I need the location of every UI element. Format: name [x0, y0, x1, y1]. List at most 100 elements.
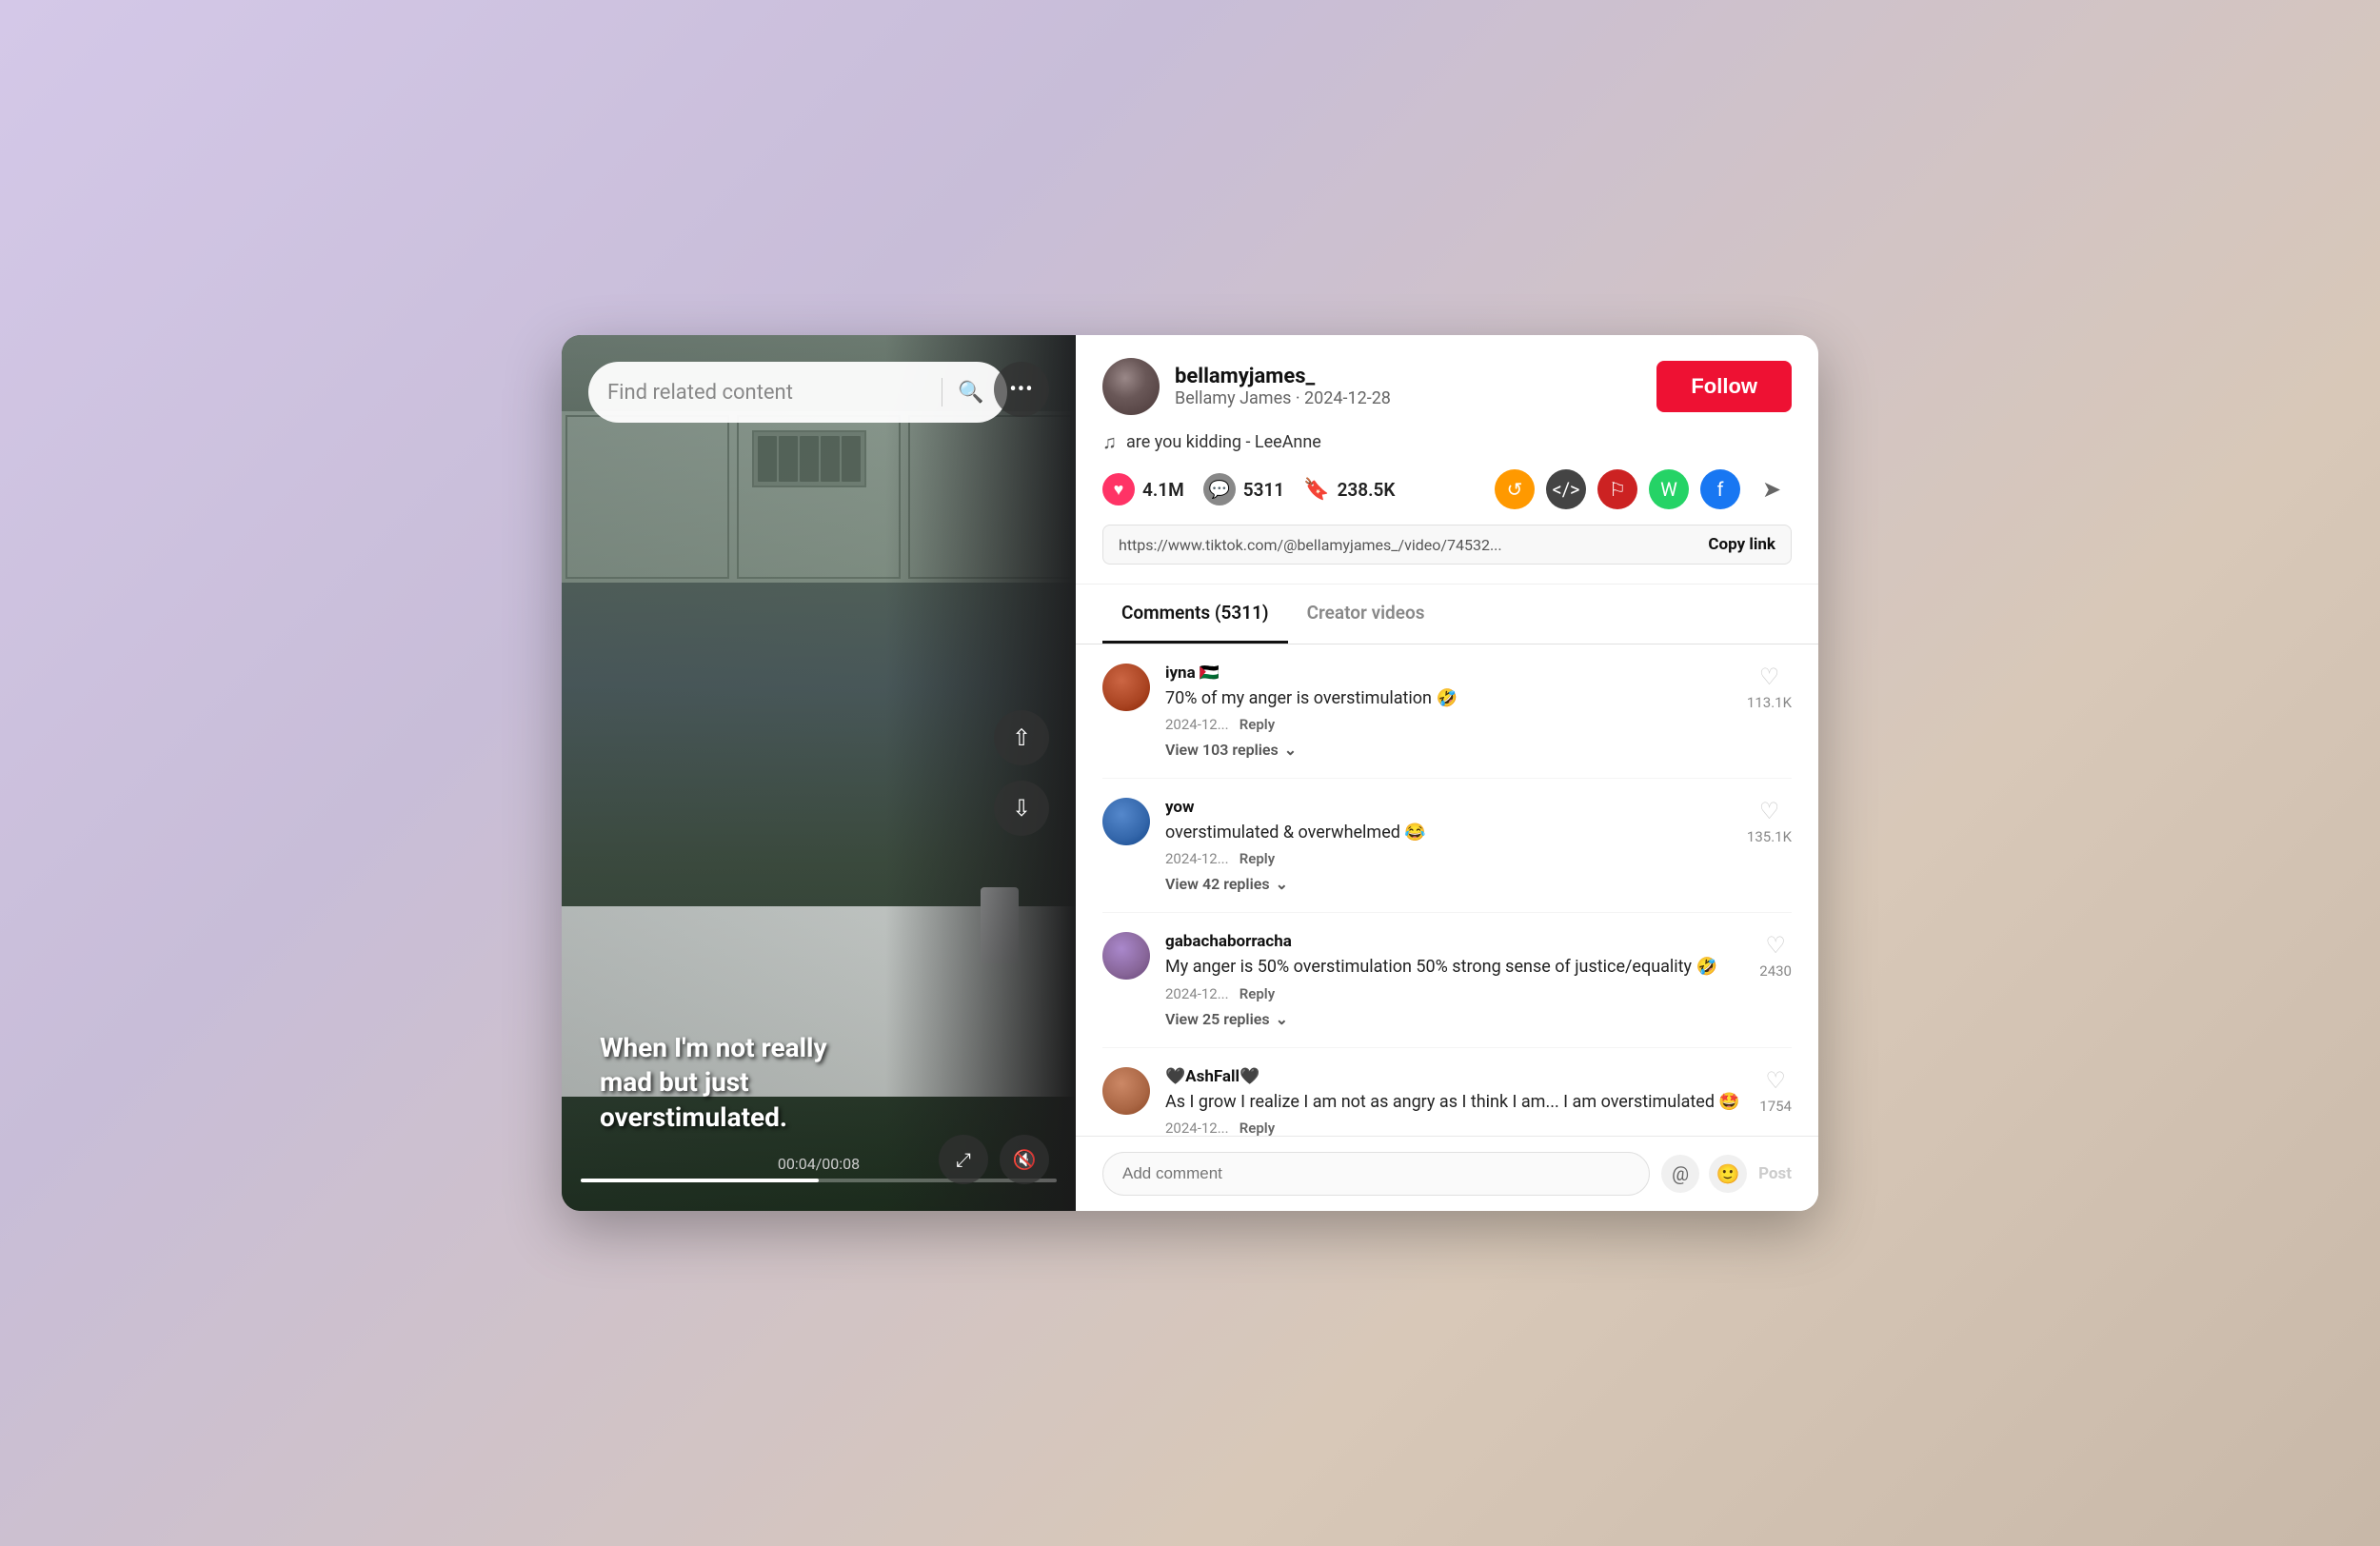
comment-heart-icon-3[interactable]: ♡	[1765, 932, 1786, 959]
reply-link-2[interactable]: Reply	[1240, 850, 1275, 867]
video-header: bellamyjames_ Bellamy James · 2024-12-28…	[1076, 335, 1818, 585]
comment-meta-3: 2024-12... Reply	[1165, 985, 1792, 1002]
post-button[interactable]: Post	[1758, 1164, 1792, 1183]
bookmarks-stat: 🔖 238.5K	[1303, 478, 1395, 502]
comment-meta-2: 2024-12... Reply	[1165, 850, 1792, 867]
comment-like-3: ♡ 2430	[1759, 932, 1792, 980]
comment-avatar-3	[1102, 932, 1150, 980]
tabs: Comments (5311) Creator videos	[1076, 585, 1818, 644]
bookmark-icon[interactable]: 🔖	[1303, 478, 1329, 502]
comment-heart-icon-4[interactable]: ♡	[1765, 1067, 1786, 1094]
comment-date-3: 2024-12...	[1165, 985, 1229, 1002]
comments-section: iyna 🇵🇸 70% of my anger is overstimulati…	[1076, 644, 1818, 1136]
video-caption: When I'm not really mad but just oversti…	[600, 1031, 866, 1135]
comment-like-4: ♡ 1754	[1759, 1067, 1792, 1115]
view-replies-1[interactable]: View 103 replies ⌄	[1165, 741, 1792, 759]
mention-icon[interactable]: @	[1661, 1155, 1699, 1193]
bookmarks-count: 238.5K	[1338, 479, 1396, 501]
reply-link-4[interactable]: Reply	[1240, 1120, 1275, 1136]
comment-text-3: My anger is 50% overstimulation 50% stro…	[1165, 955, 1792, 979]
comment-item: 🖤AshFall🖤 As I grow I realize I am not a…	[1102, 1048, 1792, 1136]
comment-item: iyna 🇵🇸 70% of my anger is overstimulati…	[1102, 644, 1792, 779]
comment-likes-count-4: 1754	[1759, 1098, 1792, 1115]
avatar	[1102, 358, 1160, 415]
comment-text-1: 70% of my anger is overstimulation 🤣	[1165, 686, 1792, 710]
comment-meta-4: 2024-12... Reply	[1165, 1120, 1792, 1136]
share-whatsapp-icon[interactable]: W	[1649, 469, 1689, 509]
reply-link-1[interactable]: Reply	[1240, 716, 1275, 733]
mute-button[interactable]: 🔇	[1000, 1135, 1049, 1184]
comment-body-1: iyna 🇵🇸 70% of my anger is overstimulati…	[1165, 664, 1792, 759]
tab-creator-videos[interactable]: Creator videos	[1288, 585, 1444, 644]
prev-video-button[interactable]: ⇧	[994, 710, 1049, 765]
heart-icon[interactable]: ♥	[1102, 473, 1135, 505]
likes-stat: ♥ 4.1M	[1102, 473, 1184, 505]
add-comment-bar: @ 🙂 Post	[1076, 1136, 1818, 1211]
video-panel: Find related content 🔍 ••• ⇧ ⇩ When I'm …	[562, 335, 1076, 1211]
share-forward-icon[interactable]: ➤	[1752, 469, 1792, 509]
video-controls: ⤢ 🔇	[939, 1135, 1049, 1184]
comment-text-2: overstimulated & overwhelmed 😂	[1165, 821, 1792, 844]
comment-like-1: ♡ 113.1K	[1747, 664, 1792, 711]
copy-link-button[interactable]: Copy link	[1708, 535, 1775, 554]
search-placeholder: Find related content	[607, 381, 930, 405]
music-row: ♫ are you kidding - LeeAnne	[1102, 430, 1792, 454]
username: bellamyjames_	[1175, 365, 1641, 388]
user-row: bellamyjames_ Bellamy James · 2024-12-28…	[1102, 358, 1792, 415]
comment-heart-icon-1[interactable]: ♡	[1759, 664, 1780, 690]
comments-stat: 💬 5311	[1203, 473, 1284, 505]
comment-likes-count-2: 135.1K	[1747, 828, 1792, 845]
comment-meta-1: 2024-12... Reply	[1165, 716, 1792, 733]
avatar-image	[1102, 358, 1160, 415]
search-bar[interactable]: Find related content 🔍	[588, 362, 1007, 423]
follow-button[interactable]: Follow	[1656, 361, 1792, 412]
reply-link-3[interactable]: Reply	[1240, 985, 1275, 1002]
comment-item: gabachaborracha My anger is 50% overstim…	[1102, 913, 1792, 1047]
search-icon[interactable]: 🔍	[954, 375, 988, 409]
progress-bar-fill	[581, 1179, 819, 1182]
add-comment-input[interactable]	[1102, 1152, 1650, 1196]
link-row: https://www.tiktok.com/@bellamyjames_/vi…	[1102, 525, 1792, 565]
comment-heart-icon-2[interactable]: ♡	[1759, 798, 1780, 824]
comment-date-4: 2024-12...	[1165, 1120, 1229, 1136]
view-replies-2[interactable]: View 42 replies ⌄	[1165, 875, 1792, 893]
comment-text-4: As I grow I realize I am not as angry as…	[1165, 1090, 1792, 1114]
comment-likes-count-1: 113.1K	[1747, 694, 1792, 711]
comment-body-4: 🖤AshFall🖤 As I grow I realize I am not a…	[1165, 1067, 1792, 1136]
user-info: bellamyjames_ Bellamy James · 2024-12-28	[1175, 365, 1641, 408]
info-panel: bellamyjames_ Bellamy James · 2024-12-28…	[1076, 335, 1818, 1211]
comment-body-3: gabachaborracha My anger is 50% overstim…	[1165, 932, 1792, 1027]
share-repost-icon[interactable]: ↺	[1495, 469, 1535, 509]
music-name: are you kidding - LeeAnne	[1126, 432, 1321, 452]
comment-likes-count-3: 2430	[1759, 962, 1792, 980]
share-facebook-icon[interactable]: f	[1700, 469, 1740, 509]
comments-count: 5311	[1243, 479, 1284, 501]
comment-body-2: yow overstimulated & overwhelmed 😂 2024-…	[1165, 798, 1792, 893]
add-comment-icons: @ 🙂	[1661, 1155, 1747, 1193]
nav-arrows: ⇧ ⇩	[994, 710, 1049, 836]
caption-text: When I'm not really mad but just oversti…	[600, 1031, 866, 1135]
comment-username-4: 🖤AshFall🖤	[1165, 1067, 1792, 1086]
comment-like-2: ♡ 135.1K	[1747, 798, 1792, 845]
comment-item: yow overstimulated & overwhelmed 😂 2024-…	[1102, 779, 1792, 913]
share-embed-icon[interactable]: </>	[1546, 469, 1586, 509]
next-video-button[interactable]: ⇩	[994, 781, 1049, 836]
tab-comments[interactable]: Comments (5311)	[1102, 585, 1288, 644]
app-container: Find related content 🔍 ••• ⇧ ⇩ When I'm …	[562, 335, 1818, 1211]
music-note-icon: ♫	[1102, 430, 1117, 454]
comment-icon[interactable]: 💬	[1203, 473, 1236, 505]
fullscreen-button[interactable]: ⤢	[939, 1135, 988, 1184]
share-icons: ↺ </> ⚐ W f ➤	[1495, 469, 1792, 509]
comment-avatar-2	[1102, 798, 1150, 845]
comment-date-1: 2024-12...	[1165, 716, 1229, 733]
comment-date-2: 2024-12...	[1165, 850, 1229, 867]
link-text: https://www.tiktok.com/@bellamyjames_/vi…	[1119, 536, 1696, 554]
user-subinfo: Bellamy James · 2024-12-28	[1175, 388, 1641, 408]
more-options-button[interactable]: •••	[994, 362, 1049, 417]
emoji-icon[interactable]: 🙂	[1709, 1155, 1747, 1193]
likes-count: 4.1M	[1142, 479, 1184, 501]
comment-username-2: yow	[1165, 798, 1792, 817]
share-report-icon[interactable]: ⚐	[1597, 469, 1637, 509]
comment-username-1: iyna 🇵🇸	[1165, 664, 1792, 683]
view-replies-3[interactable]: View 25 replies ⌄	[1165, 1010, 1792, 1028]
